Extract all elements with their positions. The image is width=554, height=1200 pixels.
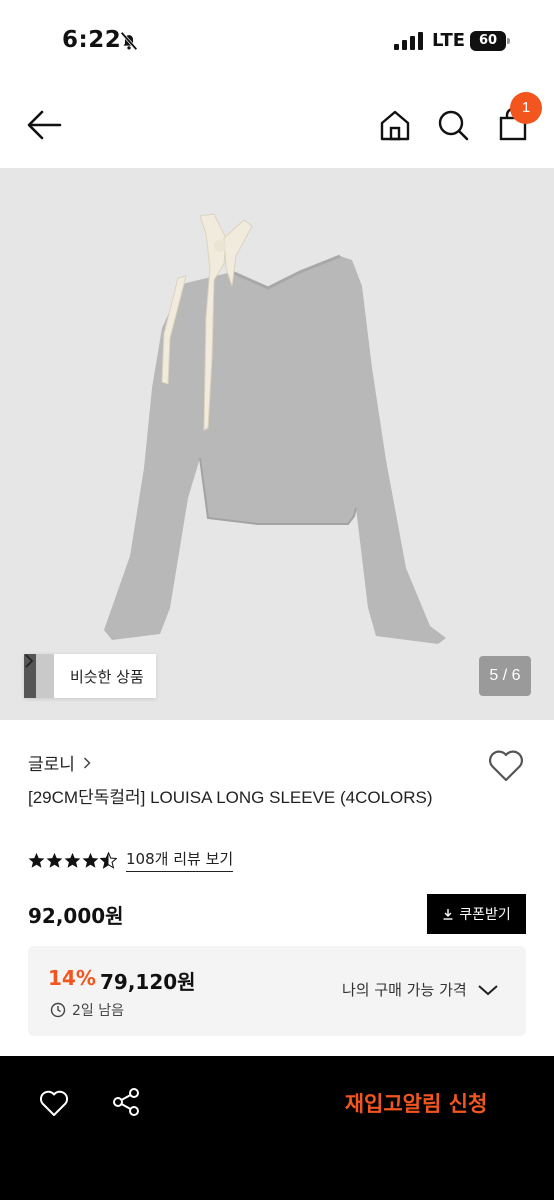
image-page-counter: 5 / 6 [479,656,531,696]
star-icon [28,852,45,868]
clock-icon [50,1002,66,1018]
brand-name: 글로니 [28,755,75,775]
star-half-icon [100,851,117,869]
battery-tip [507,38,510,44]
status-time: 6:22 [62,27,122,53]
chevron-right-icon [25,654,34,668]
rating-row: 108개 리뷰 보기 [28,848,234,872]
review-link[interactable]: 108개 리뷰 보기 [126,848,234,872]
chevron-down-icon [478,984,498,995]
my-price-toggle[interactable]: 나의 구매 가능 가격 [342,979,499,1000]
coupon-button[interactable]: 쿠폰받기 [427,894,526,934]
similar-products-button[interactable]: 비슷한 상품 [24,654,156,698]
signal-icon [394,32,423,50]
original-price: 92,000원 [28,904,124,928]
share-icon[interactable] [110,1086,142,1118]
my-price-label: 나의 구매 가능 가격 [342,981,467,999]
status-bar: 6:22 LTE 60 [0,0,554,84]
top-nav [0,84,554,168]
brand-link[interactable]: 글로니 [28,750,91,775]
star-icon [82,852,99,868]
bell-slash-icon [120,31,138,51]
product-photo [104,213,446,644]
download-icon [443,909,453,920]
network-label: LTE [432,30,466,51]
heart-icon[interactable] [38,1088,70,1118]
discount-box: 14% 79,120원 2일 남음 나의 구매 가능 가격 [28,946,526,1036]
similar-products-label: 비슷한 상품 [70,667,144,686]
time-left-label: 2일 남음 [72,1003,124,1019]
home-icon[interactable] [374,104,416,146]
battery-level: 60 [470,31,506,51]
discount-price: 79,120원 [100,970,196,994]
cart-count-badge: 1 [510,92,542,124]
coupon-label: 쿠폰받기 [459,907,511,923]
star-rating [28,851,118,869]
search-icon[interactable] [432,104,474,146]
chevron-right-icon [83,756,91,769]
product-title: [29CM단독컬러] LOUISA LONG SLEEVE (4COLORS) [28,788,433,807]
bottom-action-bar: 재입고알림 신청 [0,1056,554,1200]
star-icon [64,852,81,868]
time-left: 2일 남음 [50,1000,124,1020]
product-image-gallery[interactable]: 비슷한 상품 5 / 6 [0,168,554,720]
heart-icon[interactable] [486,746,526,784]
back-arrow-icon[interactable] [24,106,66,144]
discount-rate: 14% [48,966,96,990]
restock-alert-button[interactable]: 재입고알림 신청 [318,1086,514,1122]
star-icon [46,852,63,868]
battery-indicator: 60 [470,31,510,51]
